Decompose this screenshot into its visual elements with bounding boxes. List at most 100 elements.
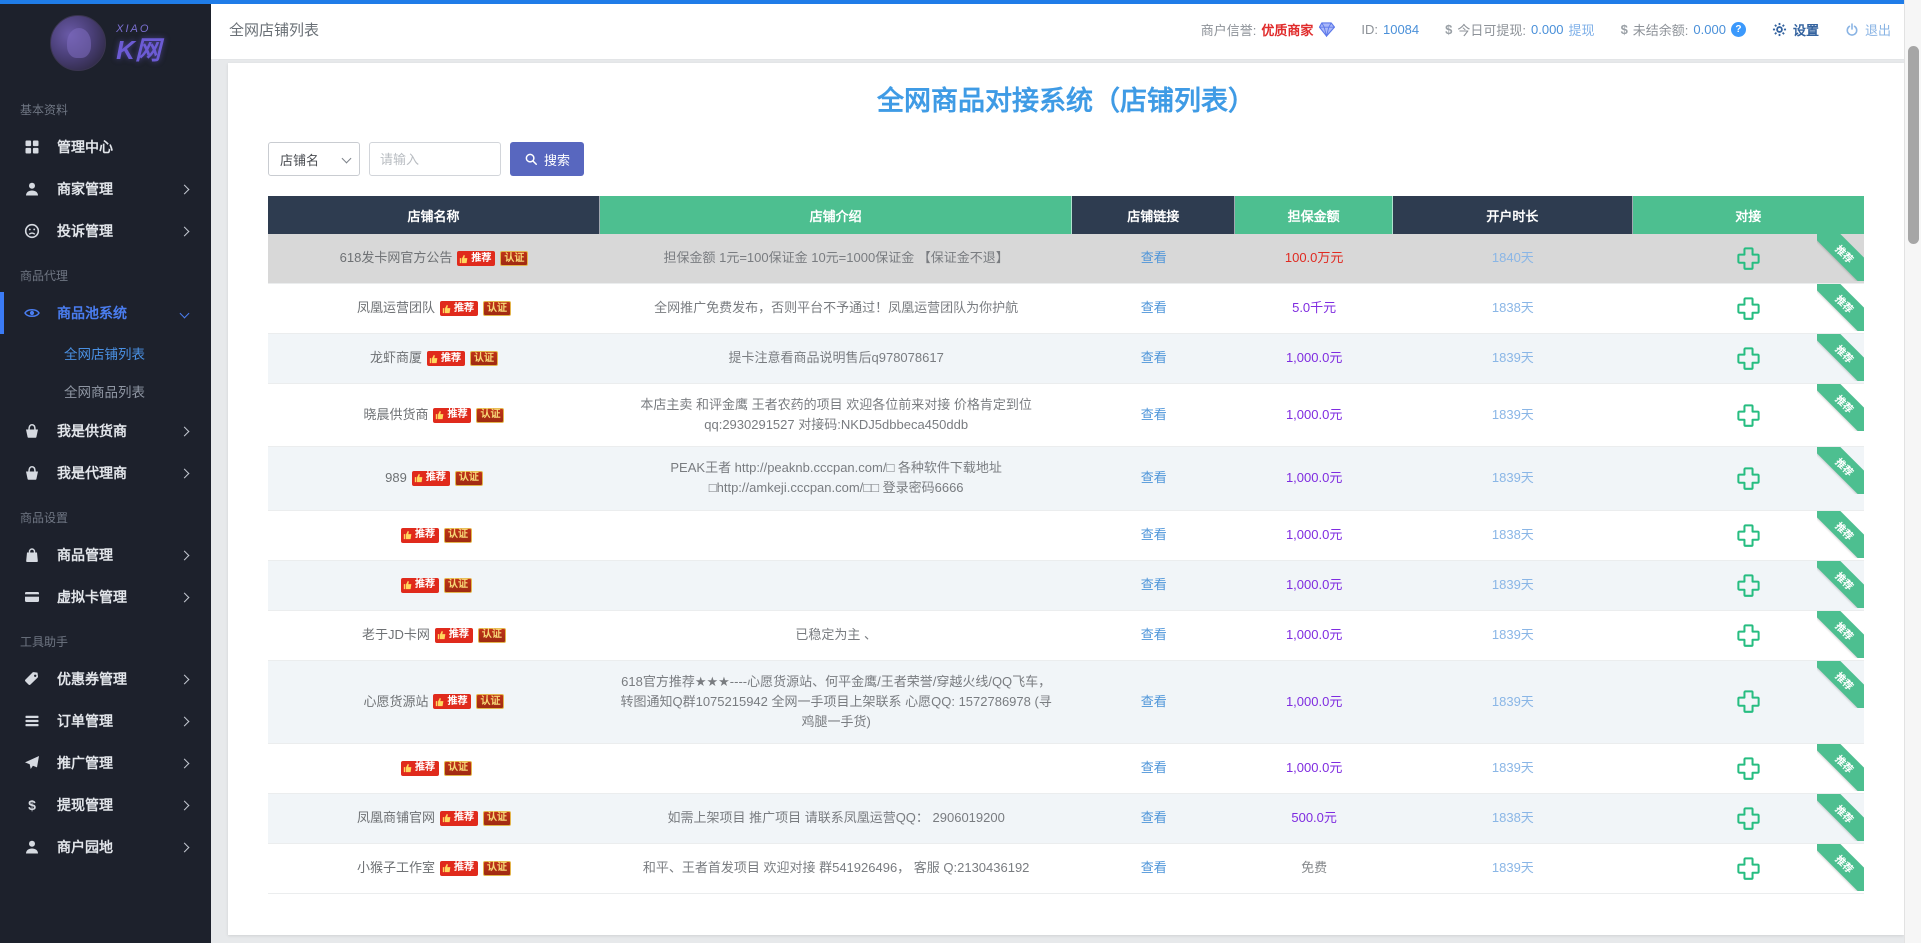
- connect-button[interactable]: [1735, 465, 1762, 492]
- account-age-cell: 1838天: [1393, 284, 1632, 333]
- shop-name-cell: 凤凰运营团队推荐认证: [268, 284, 600, 333]
- table-body: 618发卡网官方公告推荐认证担保金额 1元=100保证金 10元=1000保证金…: [268, 234, 1864, 894]
- account-age: 1838天: [1492, 298, 1534, 318]
- sidebar-subitem-全网店铺列表[interactable]: 全网店铺列表: [0, 334, 211, 372]
- shop-link-cell: 查看: [1072, 561, 1235, 610]
- connect-button[interactable]: [1735, 295, 1762, 322]
- connect-button[interactable]: [1735, 622, 1762, 649]
- recommend-ribbon: 推荐: [1817, 561, 1864, 608]
- sidebar-item-我是供货商[interactable]: 我是供货商: [0, 410, 211, 452]
- deposit-amount: 1,000.0元: [1286, 405, 1342, 425]
- sidebar-item-商品池系统[interactable]: 商品池系统: [0, 292, 211, 334]
- merchant-id: ID: 10084: [1361, 22, 1419, 37]
- sidebar-item-虚拟卡管理[interactable]: 虚拟卡管理: [0, 576, 211, 618]
- sidebar-item-商品管理[interactable]: 商品管理: [0, 534, 211, 576]
- view-link[interactable]: 查看: [1141, 525, 1167, 545]
- view-link[interactable]: 查看: [1141, 405, 1167, 425]
- settings-button[interactable]: 设置: [1772, 20, 1819, 39]
- shop-desc-cell: 担保金额 1元=100保证金 10元=1000保证金 【保证金不退】: [600, 234, 1072, 283]
- logo-text-small: XIAO: [116, 24, 161, 35]
- sidebar-item-提现管理[interactable]: $提现管理: [0, 784, 211, 826]
- view-link[interactable]: 查看: [1141, 858, 1167, 878]
- unsettled-balance: $ 未结余额: 0.000 ?: [1621, 20, 1746, 39]
- sidebar-item-label: 投诉管理: [57, 221, 113, 241]
- view-link[interactable]: 查看: [1141, 808, 1167, 828]
- sidebar-item-优惠券管理[interactable]: 优惠券管理: [0, 658, 211, 700]
- connect-button[interactable]: [1735, 402, 1762, 429]
- recommend-badge-label: 推荐: [454, 863, 474, 873]
- app-window: XIAO K网 基本资料管理中心商家管理投诉管理商品代理商品池系统全网店铺列表全…: [0, 0, 1921, 943]
- chevron-right-icon: [180, 592, 190, 602]
- connect-button[interactable]: [1735, 245, 1762, 272]
- content-card: 全网商品对接系统（店铺列表） 店铺名 搜索 店铺名称店铺介绍店铺链接担保金额开户…: [228, 63, 1904, 935]
- help-icon[interactable]: ?: [1731, 22, 1746, 37]
- connect-button[interactable]: [1735, 805, 1762, 832]
- shop-description: 全网推广免费发布，否则平台不予通过！凤凰运营团队为你护航: [654, 298, 1018, 318]
- sidebar-item-推广管理[interactable]: 推广管理: [0, 742, 211, 784]
- connect-button[interactable]: [1735, 688, 1762, 715]
- shop-name-cell: 凤凰商铺官网推荐认证: [268, 794, 600, 843]
- chevron-right-icon: [180, 842, 190, 852]
- main-area: 全网店铺列表 商户信誉: 优质商家 ID: 10084 $ 今日可提现: 0.0…: [211, 0, 1921, 943]
- view-link[interactable]: 查看: [1141, 625, 1167, 645]
- balance-label: 未结余额:: [1633, 20, 1689, 39]
- view-link[interactable]: 查看: [1141, 468, 1167, 488]
- bag-icon: [24, 547, 40, 563]
- deposit-amount: 5.0千元: [1292, 298, 1336, 318]
- scrollbar-thumb[interactable]: [1908, 46, 1919, 244]
- search-input[interactable]: [369, 142, 501, 176]
- scrollbar[interactable]: [1904, 0, 1921, 943]
- verified-badge: 认证: [478, 628, 506, 643]
- account-age-cell: 1840天: [1393, 234, 1632, 283]
- recommend-ribbon: 推荐: [1817, 511, 1864, 558]
- view-link[interactable]: 查看: [1141, 298, 1167, 318]
- account-age: 1838天: [1492, 808, 1534, 828]
- recommend-ribbon-label: 推荐: [1817, 447, 1864, 494]
- recommend-badge-label: 推荐: [454, 813, 474, 823]
- deposit-cell: 1,000.0元: [1235, 334, 1393, 383]
- connect-button[interactable]: [1735, 855, 1762, 882]
- search-field-select[interactable]: 店铺名: [268, 142, 360, 176]
- sidebar-item-商户园地[interactable]: 商户园地: [0, 826, 211, 868]
- deposit-cell: 100.0万元: [1235, 234, 1393, 283]
- sidebar-subitem-全网商品列表[interactable]: 全网商品列表: [0, 372, 211, 410]
- recommend-badge: 推荐: [457, 251, 495, 266]
- view-link[interactable]: 查看: [1141, 758, 1167, 778]
- deposit-amount: 1,000.0元: [1286, 758, 1342, 778]
- deposit-amount: 1,000.0元: [1286, 468, 1342, 488]
- dollar-icon: $: [24, 797, 40, 813]
- connect-button[interactable]: [1735, 572, 1762, 599]
- shop-name: 老于JD卡网: [362, 625, 430, 645]
- shop-link-cell: 查看: [1072, 744, 1235, 793]
- connect-button[interactable]: [1735, 755, 1762, 782]
- breadcrumb-page-title: 全网店铺列表: [229, 19, 319, 40]
- sidebar-item-管理中心[interactable]: 管理中心: [0, 126, 211, 168]
- sidebar-item-订单管理[interactable]: 订单管理: [0, 700, 211, 742]
- verified-badge: 认证: [500, 251, 528, 266]
- sidebar-item-我是代理商[interactable]: 我是代理商: [0, 452, 211, 494]
- search-button[interactable]: 搜索: [510, 142, 584, 176]
- chevron-right-icon: [180, 800, 190, 810]
- shop-name-cell: 推荐认证: [268, 511, 600, 560]
- account-age: 1839天: [1492, 625, 1534, 645]
- sidebar-item-商家管理[interactable]: 商家管理: [0, 168, 211, 210]
- logout-button[interactable]: 退出: [1845, 20, 1891, 39]
- deposit-amount: 1,000.0元: [1286, 625, 1342, 645]
- sidebar-item-投诉管理[interactable]: 投诉管理: [0, 210, 211, 252]
- verified-badge: 认证: [444, 578, 472, 593]
- deposit-cell: 1,000.0元: [1235, 744, 1393, 793]
- shop-description: 担保金额 1元=100保证金 10元=1000保证金 【保证金不退】: [663, 248, 1008, 268]
- send-icon: [24, 755, 40, 771]
- view-link[interactable]: 查看: [1141, 248, 1167, 268]
- connect-button[interactable]: [1735, 522, 1762, 549]
- gear-icon: [1772, 22, 1787, 37]
- withdraw-link[interactable]: 提现: [1569, 20, 1595, 39]
- view-link[interactable]: 查看: [1141, 575, 1167, 595]
- connect-button[interactable]: [1735, 345, 1762, 372]
- shop-name-cell: 小猴子工作室推荐认证: [268, 844, 600, 893]
- deposit-amount: 1,000.0元: [1286, 575, 1342, 595]
- view-link[interactable]: 查看: [1141, 348, 1167, 368]
- shop-desc-cell: PEAK王者 http://peaknb.cccpan.com/□ 各种软件下载…: [600, 447, 1072, 509]
- view-link[interactable]: 查看: [1141, 692, 1167, 712]
- shop-desc-cell: 提卡注意看商品说明售后q978078617: [600, 334, 1072, 383]
